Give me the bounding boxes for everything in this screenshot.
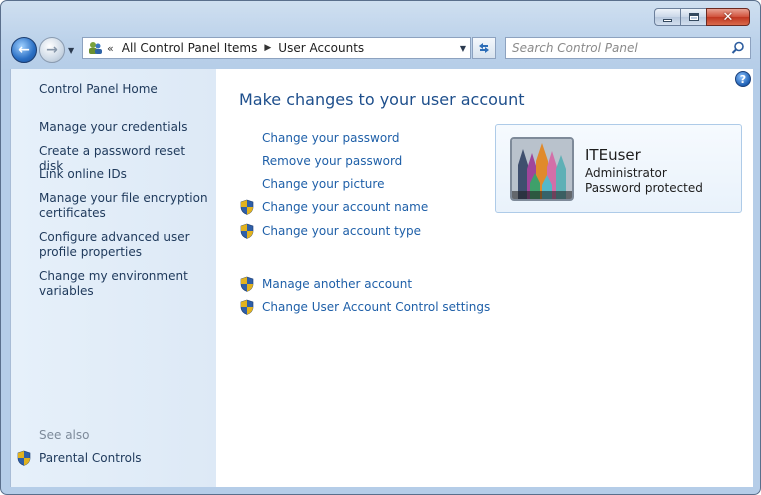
- see-also-heading: See also: [39, 428, 90, 442]
- caption-buttons: ✕: [654, 8, 750, 26]
- breadcrumb-separator-icon[interactable]: ▶: [264, 43, 271, 53]
- user-account-card: ITEuser Administrator Password protected: [495, 124, 742, 213]
- refresh-button[interactable]: [472, 37, 496, 59]
- maximize-icon: [688, 13, 699, 21]
- avatar: [510, 137, 574, 201]
- refresh-icon: [479, 43, 489, 53]
- search-input[interactable]: Search Control Panel: [505, 37, 751, 59]
- sidebar: Control Panel Home Manage your credentia…: [10, 69, 216, 487]
- search-icon[interactable]: [731, 41, 745, 55]
- sidebar-item-environment-variables[interactable]: Change my environment variables: [39, 269, 209, 299]
- user-accounts-icon: [89, 42, 102, 54]
- minimize-icon: [663, 18, 672, 22]
- task-remove-password[interactable]: Remove your password: [262, 154, 402, 168]
- breadcrumb-overflow[interactable]: «: [107, 42, 114, 55]
- uac-shield-icon: [240, 276, 254, 292]
- help-icon: ?: [739, 72, 747, 86]
- back-arrow-icon: ←: [18, 42, 30, 58]
- recent-pages-dropdown[interactable]: ▼: [68, 46, 74, 55]
- user-name: ITEuser: [585, 146, 641, 164]
- search-placeholder: Search Control Panel: [512, 41, 638, 55]
- main-content: ? Make changes to your user account Chan…: [216, 69, 753, 487]
- window: ✕ ← → ▼ « All Control Panel Items ▶ User…: [0, 0, 761, 495]
- sidebar-item-manage-credentials[interactable]: Manage your credentials: [39, 120, 209, 135]
- back-button[interactable]: ←: [11, 37, 37, 63]
- user-password-status: Password protected: [585, 181, 703, 195]
- crayons-picture-icon: [512, 139, 572, 199]
- sidebar-item-parental-controls[interactable]: Parental Controls: [39, 451, 209, 466]
- task-change-uac-settings[interactable]: Change User Account Control settings: [262, 300, 490, 314]
- uac-shield-icon: [240, 299, 254, 315]
- uac-shield-icon: [240, 199, 254, 215]
- breadcrumb-item-all-control-panel-items[interactable]: All Control Panel Items: [122, 41, 258, 55]
- maximize-button[interactable]: [680, 8, 706, 26]
- close-icon: ✕: [722, 9, 734, 25]
- task-change-picture[interactable]: Change your picture: [262, 177, 384, 191]
- forward-button[interactable]: →: [39, 37, 65, 63]
- address-bar[interactable]: « All Control Panel Items ▶ User Account…: [82, 37, 471, 59]
- task-manage-another-account[interactable]: Manage another account: [262, 277, 412, 291]
- task-change-account-name[interactable]: Change your account name: [262, 200, 428, 214]
- sidebar-item-advanced-profile-properties[interactable]: Configure advanced user profile properti…: [39, 230, 209, 260]
- uac-shield-icon: [17, 450, 31, 466]
- close-button[interactable]: ✕: [706, 8, 750, 26]
- sidebar-item-control-panel-home[interactable]: Control Panel Home: [39, 82, 209, 97]
- minimize-button[interactable]: [654, 8, 680, 26]
- sidebar-item-link-online-ids[interactable]: Link online IDs: [39, 167, 209, 182]
- page-title: Make changes to your user account: [239, 90, 525, 109]
- uac-shield-icon: [240, 223, 254, 239]
- task-change-password[interactable]: Change your password: [262, 131, 400, 145]
- user-role: Administrator: [585, 166, 667, 180]
- help-button[interactable]: ?: [735, 71, 751, 87]
- sidebar-item-file-encryption-certificates[interactable]: Manage your file encryption certificates: [39, 191, 209, 221]
- forward-arrow-icon: →: [46, 42, 58, 58]
- address-dropdown-icon[interactable]: ▼: [460, 44, 466, 53]
- breadcrumb-item-user-accounts[interactable]: User Accounts: [278, 41, 364, 55]
- task-change-account-type[interactable]: Change your account type: [262, 224, 421, 238]
